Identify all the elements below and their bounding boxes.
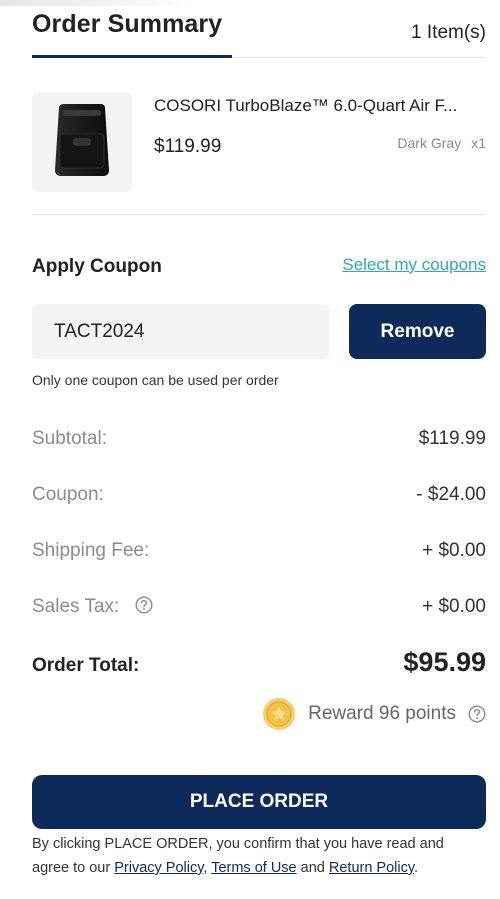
coupon-discount-value: - $24.00 — [416, 484, 486, 505]
section-divider — [32, 214, 486, 215]
product-quantity: x1 — [471, 135, 486, 151]
order-summary-header: Order Summary 1 Item(s) — [32, 0, 486, 60]
order-total-value: $95.99 — [403, 647, 486, 677]
title-underline — [32, 55, 232, 58]
sales-tax-help-icon[interactable] — [135, 596, 153, 614]
reward-help-icon[interactable] — [468, 705, 486, 723]
remove-coupon-button[interactable]: Remove — [349, 304, 486, 359]
sales-tax-row: Sales Tax: + $0.00 — [32, 596, 486, 624]
legal-notice: By clicking PLACE ORDER, you confirm tha… — [32, 832, 472, 880]
apply-coupon-title: Apply Coupon — [32, 256, 162, 277]
product-thumbnail[interactable] — [32, 92, 132, 192]
order-total-label: Order Total: — [32, 655, 140, 676]
return-policy-link[interactable]: Return Policy — [329, 860, 414, 876]
select-coupons-link[interactable]: Select my coupons — [342, 255, 486, 275]
sales-tax-value: + $0.00 — [422, 596, 486, 617]
reward-points: Reward 96 points — [262, 697, 486, 731]
product-color: Dark Gray — [397, 135, 462, 151]
coupon-code-input[interactable] — [32, 304, 329, 359]
legal-sep-2: and — [296, 860, 329, 876]
sales-tax-label: Sales Tax: — [32, 596, 120, 617]
coin-icon — [263, 698, 296, 730]
subtotal-label: Subtotal: — [32, 428, 107, 449]
product-price: $119.99 — [154, 136, 222, 157]
air-fryer-image-icon — [55, 104, 109, 176]
shipping-row: Shipping Fee: + $0.00 — [32, 540, 486, 568]
privacy-policy-link[interactable]: Privacy Policy — [114, 860, 203, 876]
shipping-fee-label: Shipping Fee: — [32, 540, 150, 561]
item-count: 1 Item(s) — [411, 22, 486, 43]
legal-suffix: . — [414, 860, 419, 876]
page-title: Order Summary — [32, 10, 223, 38]
coupon-note: Only one coupon can be used per order — [32, 372, 279, 388]
product-variant: Dark Gray x1 — [397, 135, 486, 151]
coupon-discount-label: Coupon: — [32, 484, 104, 505]
sales-tax-label-wrap: Sales Tax: — [32, 596, 153, 618]
subtotal-row: Subtotal: $119.99 — [32, 428, 486, 456]
product-name[interactable]: COSORI TurboBlaze™ 6.0-Quart Air F... — [154, 96, 486, 116]
place-order-button[interactable]: PLACE ORDER — [32, 775, 486, 829]
subtotal-value: $119.99 — [418, 428, 486, 449]
product-line-item: COSORI TurboBlaze™ 6.0-Quart Air F... $1… — [32, 90, 486, 194]
shipping-fee-value: + $0.00 — [422, 540, 486, 561]
terms-of-use-link[interactable]: Terms of Use — [211, 860, 296, 876]
coupon-row: Coupon: - $24.00 — [32, 484, 486, 512]
reward-text: Reward 96 points — [308, 703, 456, 724]
